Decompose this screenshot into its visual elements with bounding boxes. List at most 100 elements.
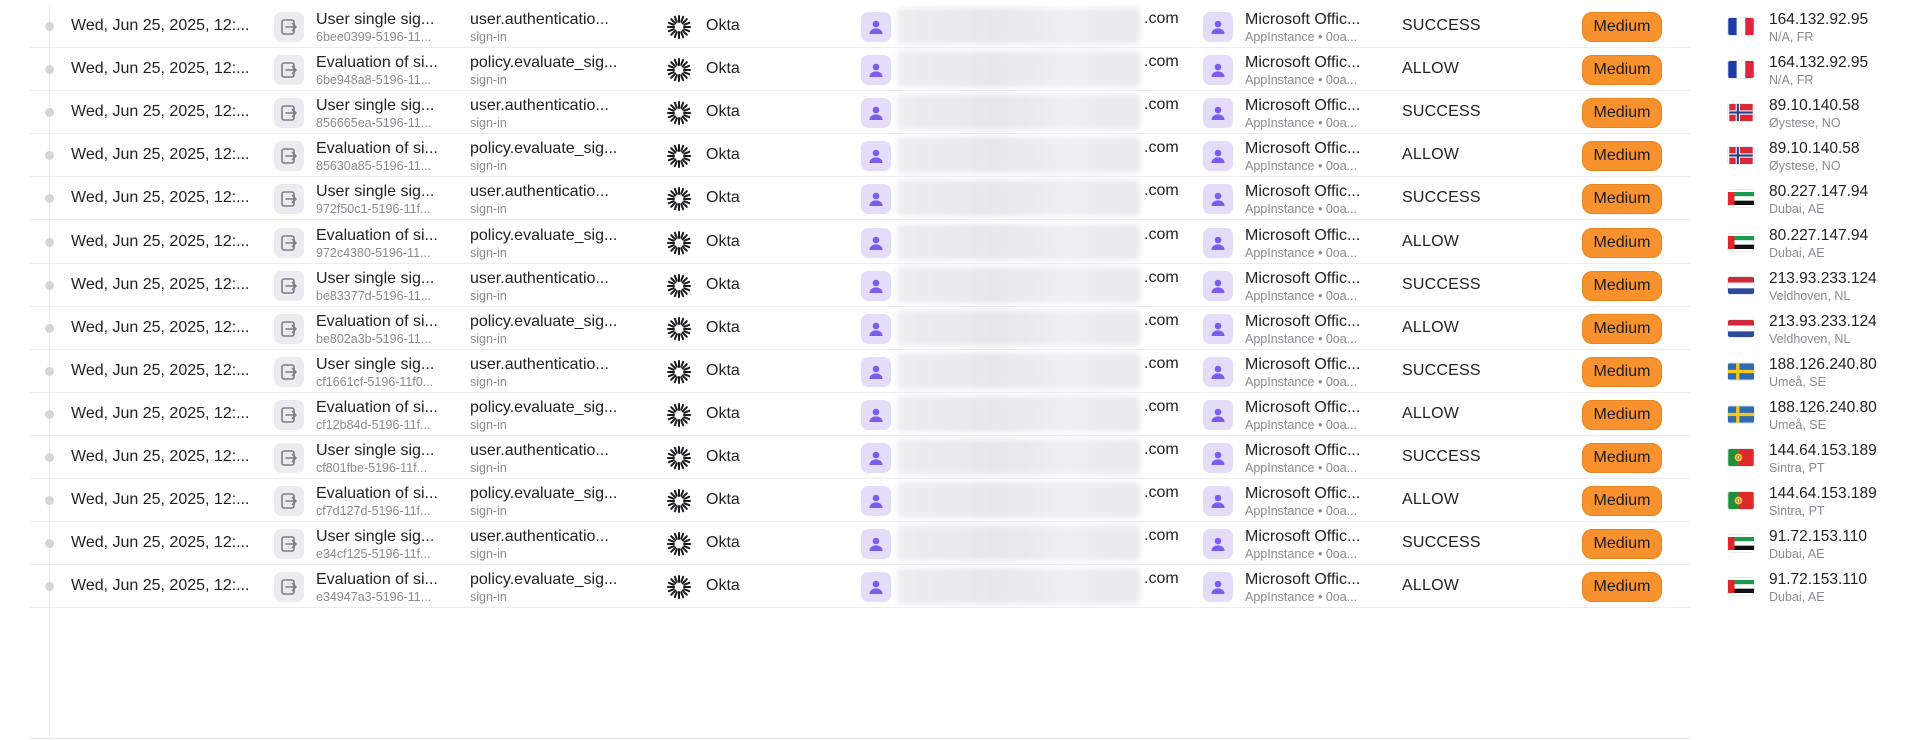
user-avatar-icon[interactable]: [861, 98, 891, 129]
app-avatar-icon[interactable]: [1203, 443, 1233, 473]
app-avatar-icon[interactable]: [1203, 529, 1233, 560]
sign-in-arrow-icon: [274, 486, 304, 517]
user-avatar-icon[interactable]: [861, 486, 891, 517]
user-avatar-icon[interactable]: [861, 227, 891, 258]
ip-cell[interactable]: 144.64.153.189 Sintra, PT: [1769, 484, 1920, 519]
ip-cell[interactable]: 188.126.240.80 Umeå, SE: [1769, 355, 1920, 390]
app-avatar-icon[interactable]: [1203, 227, 1233, 258]
app-avatar-icon[interactable]: [1203, 141, 1233, 172]
app-cell[interactable]: Microsoft Offic... AppInstance • 0oa...: [1245, 570, 1377, 605]
app-cell[interactable]: Microsoft Offic... AppInstance • 0oa...: [1245, 484, 1377, 519]
event-type: user.authenticatio...: [470, 442, 609, 459]
table-row[interactable]: Wed, Jun 25, 2025, 12:... User single si…: [30, 436, 1877, 480]
table-row[interactable]: Wed, Jun 25, 2025, 12:... Evaluation of …: [30, 479, 1877, 523]
ip-cell[interactable]: 89.10.140.58 Øystese, NO: [1769, 96, 1920, 131]
table-row[interactable]: Wed, Jun 25, 2025, 12:... Evaluation of …: [30, 134, 1860, 178]
user-avatar-icon[interactable]: [861, 356, 891, 387]
ip-cell[interactable]: 188.126.240.80 Umeå, SE: [1769, 398, 1920, 433]
user-avatar-icon[interactable]: [861, 313, 891, 344]
app-avatar-icon[interactable]: [1203, 12, 1233, 42]
app-avatar-icon[interactable]: [1203, 572, 1233, 603]
ip-location: Dubai, AE: [1769, 590, 1825, 605]
app-cell[interactable]: Microsoft Offic... AppInstance • 0oa...: [1245, 53, 1377, 88]
user-avatar-icon[interactable]: [861, 529, 891, 560]
app-cell[interactable]: Microsoft Offic... AppInstance • 0oa...: [1245, 182, 1377, 217]
app-avatar-icon[interactable]: [1203, 356, 1233, 387]
user-avatar-icon[interactable]: [861, 270, 891, 301]
country-flag-icon: [1728, 104, 1754, 122]
ip-location: Dubai, AE: [1769, 245, 1825, 260]
app-avatar-icon[interactable]: [1203, 270, 1233, 301]
user-avatar-icon[interactable]: [861, 443, 891, 473]
app-cell[interactable]: Microsoft Offic... AppInstance • 0oa...: [1245, 226, 1377, 261]
okta-logo-icon: [666, 57, 692, 83]
app-instance: AppInstance • 0oa...: [1245, 331, 1358, 346]
app-cell[interactable]: Microsoft Offic... AppInstance • 0oa...: [1245, 139, 1377, 174]
ip-cell[interactable]: 144.64.153.189 Sintra, PT: [1769, 441, 1920, 476]
app-avatar-icon[interactable]: [1203, 55, 1233, 86]
app-cell[interactable]: Microsoft Offic... AppInstance • 0oa...: [1245, 441, 1377, 476]
table-row[interactable]: Wed, Jun 25, 2025, 12:... Evaluation of …: [30, 565, 1867, 609]
user-avatar-icon[interactable]: [861, 12, 891, 42]
event-date: Wed, Jun 25, 2025, 12:...: [71, 361, 250, 379]
source-label: Okta: [706, 103, 740, 121]
app-cell[interactable]: Microsoft Offic... AppInstance • 0oa...: [1245, 355, 1377, 390]
table-row[interactable]: Wed, Jun 25, 2025, 12:... Evaluation of …: [30, 307, 1877, 350]
event-type: policy.evaluate_sig...: [470, 312, 618, 330]
ip-cell[interactable]: 80.227.147.94 Dubai, AE: [1769, 182, 1920, 217]
event-cell[interactable]: Evaluation of si... cf7d127d-5196-11f...: [316, 484, 448, 519]
app-instance: AppInstance • 0oa...: [1245, 288, 1358, 303]
table-row[interactable]: Wed, Jun 25, 2025, 12:... Evaluation of …: [30, 221, 1868, 264]
ip-cell[interactable]: 91.72.153.110 Dubai, AE: [1769, 527, 1920, 562]
ip-cell[interactable]: 164.132.92.95 N/A, FR: [1769, 10, 1920, 45]
event-cell[interactable]: Evaluation of si... e34947a3-5196-11...: [316, 570, 448, 605]
user-avatar-icon[interactable]: [861, 572, 891, 603]
app-cell[interactable]: Microsoft Offic... AppInstance • 0oa...: [1245, 312, 1377, 347]
ip-cell[interactable]: 164.132.92.95 N/A, FR: [1769, 53, 1920, 88]
app-avatar-icon[interactable]: [1203, 399, 1233, 430]
event-cell[interactable]: User single sig... 856665ea-5196-11...: [316, 96, 448, 131]
event-cell[interactable]: Evaluation of si... 972c4380-5196-11...: [316, 226, 448, 261]
table-row[interactable]: Wed, Jun 25, 2025, 12:... User single si…: [30, 522, 1867, 566]
event-cell[interactable]: Evaluation of si... cf12b84d-5196-11f...: [316, 398, 448, 433]
app-avatar-icon[interactable]: [1203, 313, 1233, 344]
app-cell[interactable]: Microsoft Offic... AppInstance • 0oa...: [1245, 269, 1377, 304]
app-cell[interactable]: Microsoft Offic... AppInstance • 0oa...: [1245, 398, 1377, 433]
app-cell[interactable]: Microsoft Offic... AppInstance • 0oa...: [1245, 10, 1377, 45]
app-avatar-icon[interactable]: [1203, 184, 1233, 215]
event-cell[interactable]: Evaluation of si... be802a3b-5196-11...: [316, 312, 448, 347]
ip-cell[interactable]: 91.72.153.110 Dubai, AE: [1769, 570, 1920, 605]
table-row[interactable]: Wed, Jun 25, 2025, 12:... User single si…: [30, 5, 1868, 49]
table-row[interactable]: Wed, Jun 25, 2025, 12:... Evaluation of …: [30, 393, 1877, 436]
event-cell[interactable]: User single sig... 972f50c1-5196-11f...: [316, 182, 448, 217]
event-cell[interactable]: User single sig... e34cf125-5196-11f...: [316, 527, 448, 562]
ip-cell[interactable]: 213.93.233.124 Veldhoven, NL: [1769, 312, 1920, 347]
table-row[interactable]: Wed, Jun 25, 2025, 12:... User single si…: [30, 350, 1877, 393]
ip-cell[interactable]: 213.93.233.124 Veldhoven, NL: [1769, 269, 1920, 304]
app-cell[interactable]: Microsoft Offic... AppInstance • 0oa...: [1245, 527, 1377, 562]
app-avatar-icon[interactable]: [1203, 98, 1233, 129]
event-id: cf12b84d-5196-11f...: [316, 417, 431, 432]
table-row[interactable]: Wed, Jun 25, 2025, 12:... User single si…: [30, 264, 1877, 307]
app-cell[interactable]: Microsoft Offic... AppInstance • 0oa...: [1245, 96, 1377, 131]
user-avatar-icon[interactable]: [861, 55, 891, 86]
event-type: policy.evaluate_sig...: [470, 226, 618, 244]
user-avatar-icon[interactable]: [861, 399, 891, 430]
table-row[interactable]: Wed, Jun 25, 2025, 12:... User single si…: [30, 177, 1868, 221]
table-row[interactable]: Wed, Jun 25, 2025, 12:... User single si…: [30, 91, 1860, 135]
event-date: Wed, Jun 25, 2025, 12:...: [71, 577, 250, 595]
user-avatar-icon[interactable]: [861, 184, 891, 215]
event-cell[interactable]: User single sig... cf1661cf-5196-11f0...: [316, 355, 448, 390]
ip-address: 91.72.153.110: [1769, 571, 1867, 589]
event-cell[interactable]: User single sig... 6bee0399-5196-11...: [316, 10, 448, 45]
app-avatar-icon[interactable]: [1203, 486, 1233, 517]
event-cell[interactable]: Evaluation of si... 6be948a8-5196-11...: [316, 53, 448, 88]
event-cell[interactable]: Evaluation of si... 85630a85-5196-11...: [316, 139, 448, 174]
table-row[interactable]: Wed, Jun 25, 2025, 12:... Evaluation of …: [30, 48, 1868, 92]
ip-address: 164.132.92.95: [1769, 54, 1869, 72]
user-avatar-icon[interactable]: [861, 141, 891, 172]
event-cell[interactable]: User single sig... be83377d-5196-11...: [316, 269, 448, 304]
ip-cell[interactable]: 89.10.140.58 Øystese, NO: [1769, 139, 1920, 174]
event-cell[interactable]: User single sig... cf801fbe-5196-11f...: [316, 441, 448, 476]
ip-cell[interactable]: 80.227.147.94 Dubai, AE: [1769, 226, 1920, 261]
